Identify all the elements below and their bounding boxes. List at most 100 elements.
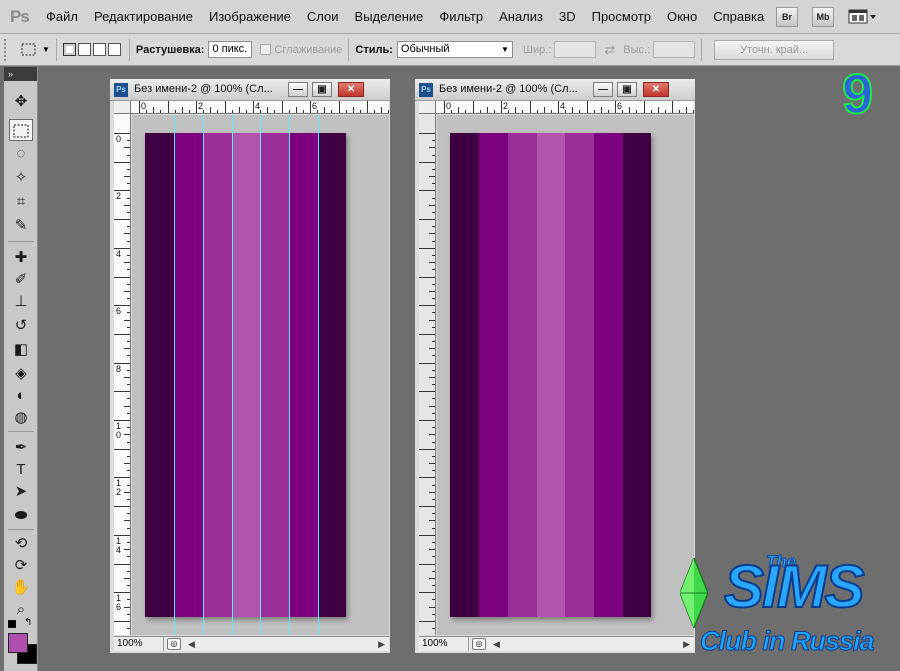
- healing-brush-tool-icon[interactable]: ✚: [9, 247, 33, 269]
- ruler-tick: [114, 333, 130, 335]
- swap-colors-icon[interactable]: ↰: [24, 617, 32, 628]
- ruler-tick: [493, 110, 495, 113]
- ruler-origin[interactable]: [114, 101, 131, 114]
- maximize-button[interactable]: ▣: [312, 82, 332, 97]
- path-selection-tool-icon[interactable]: ➤: [9, 481, 33, 503]
- ellipse-tool-icon[interactable]: ⬬: [9, 505, 33, 527]
- document-titlebar[interactable]: Ps Без имени-2 @ 100% (Сл... — ▣ ✕: [110, 79, 390, 101]
- ruler-tick: [432, 197, 435, 199]
- ruler-tick: [419, 420, 435, 421]
- guide-line[interactable]: [318, 115, 319, 635]
- bridge-button[interactable]: Br: [776, 7, 798, 27]
- zoom-field[interactable]: 100%: [114, 637, 164, 651]
- menu-file[interactable]: Файл: [38, 9, 86, 24]
- 3d-rotate-tool-icon[interactable]: ⟲: [9, 533, 33, 555]
- menu-3d[interactable]: 3D: [551, 9, 584, 24]
- ruler-tick: [124, 549, 130, 551]
- menu-bar: Ps Файл Редактирование Изображение Слои …: [0, 0, 900, 34]
- horizontal-scrollbar[interactable]: [199, 639, 374, 649]
- antialias-checkbox[interactable]: [260, 44, 272, 55]
- maximize-button[interactable]: ▣: [617, 82, 637, 97]
- image-stripe: [203, 133, 232, 617]
- toolbox-collapse-icon[interactable]: »: [4, 67, 37, 81]
- ruler-tick: [188, 110, 190, 113]
- ruler-tick: [429, 549, 435, 551]
- guide-line[interactable]: [203, 115, 204, 635]
- guide-line[interactable]: [232, 115, 233, 635]
- minimize-button[interactable]: —: [288, 82, 308, 97]
- sponge-tool-icon[interactable]: ◍: [9, 407, 33, 429]
- arrange-documents-icon[interactable]: [848, 8, 878, 26]
- horizontal-scrollbar[interactable]: [504, 639, 679, 649]
- scroll-right-icon[interactable]: ▶: [374, 639, 389, 650]
- brush-tool-icon[interactable]: ✐: [9, 269, 33, 291]
- feather-input[interactable]: 0 пикс.: [208, 41, 253, 58]
- move-tool-icon[interactable]: ✥: [9, 91, 33, 113]
- menu-layers[interactable]: Слои: [299, 9, 347, 24]
- refine-edge-button[interactable]: Уточн. край...: [714, 39, 835, 60]
- close-button[interactable]: ✕: [643, 82, 669, 97]
- minimize-button[interactable]: —: [593, 82, 613, 97]
- crop-tool-icon[interactable]: ⌗: [9, 191, 33, 213]
- menu-analysis[interactable]: Анализ: [491, 9, 551, 24]
- document-titlebar[interactable]: Ps Без имени-2 @ 100% (Сл... — ▣ ✕: [415, 79, 695, 101]
- add-selection-icon[interactable]: [77, 43, 91, 56]
- subtract-selection-icon[interactable]: [92, 43, 106, 56]
- guide-line[interactable]: [174, 115, 175, 635]
- vertical-ruler[interactable]: 0 2 4 6 8 10 12 14 16: [114, 114, 131, 635]
- ruler-tick: [501, 101, 502, 113]
- type-tool-icon[interactable]: T: [9, 459, 33, 481]
- ruler-tick: [429, 147, 435, 149]
- zoom-field[interactable]: 100%: [419, 637, 469, 651]
- hand-tool-icon[interactable]: ✋: [9, 577, 33, 599]
- style-select[interactable]: Обычный ▼: [396, 41, 513, 58]
- ruler-number: 0: [446, 101, 452, 111]
- horizontal-ruler[interactable]: 0 2 4 6: [436, 101, 694, 114]
- minibridge-button[interactable]: Mb: [812, 7, 834, 27]
- menu-view[interactable]: Просмотр: [584, 9, 659, 24]
- guide-line[interactable]: [289, 115, 290, 635]
- ruler-tick: [451, 110, 453, 113]
- new-selection-icon[interactable]: [62, 43, 76, 56]
- clone-stamp-tool-icon[interactable]: ⊥: [9, 291, 33, 313]
- horizontal-ruler[interactable]: 0 2 4 6: [131, 101, 389, 114]
- ruler-tick: [127, 398, 130, 400]
- default-colors-icon[interactable]: [8, 620, 16, 628]
- intersect-selection-icon[interactable]: [107, 43, 121, 56]
- vertical-ruler[interactable]: [419, 114, 436, 635]
- menu-image[interactable]: Изображение: [201, 9, 299, 24]
- eraser-tool-icon[interactable]: ◧: [9, 339, 33, 361]
- status-info-icon[interactable]: ◎: [472, 638, 486, 650]
- foreground-color-swatch[interactable]: [8, 633, 28, 653]
- scroll-left-icon[interactable]: ◀: [489, 639, 504, 650]
- history-brush-tool-icon[interactable]: ↺: [9, 315, 33, 337]
- ruler-tick: [522, 110, 524, 113]
- ruler-tick: [419, 247, 435, 249]
- marquee-tool-icon[interactable]: [9, 119, 33, 141]
- ruler-tick: [124, 376, 130, 378]
- menu-select[interactable]: Выделение: [347, 9, 432, 24]
- separator: [8, 529, 34, 530]
- eyedropper-tool-icon[interactable]: ✎: [9, 215, 33, 237]
- menu-window[interactable]: Окно: [659, 9, 705, 24]
- close-button[interactable]: ✕: [338, 82, 364, 97]
- canvas-area[interactable]: [437, 115, 694, 635]
- scroll-left-icon[interactable]: ◀: [184, 639, 199, 650]
- status-info-icon[interactable]: ◎: [167, 638, 181, 650]
- ruler-origin[interactable]: [419, 101, 436, 114]
- image-stripe: [594, 133, 623, 617]
- menu-edit[interactable]: Редактирование: [86, 9, 201, 24]
- canvas-area[interactable]: [132, 115, 389, 635]
- ruler-tick: [615, 101, 616, 113]
- guide-line[interactable]: [260, 115, 261, 635]
- menu-help[interactable]: Справка: [705, 9, 772, 24]
- pen-tool-icon[interactable]: ✒: [9, 437, 33, 459]
- tool-preset-picker[interactable]: ▼: [20, 42, 50, 58]
- paint-bucket-tool-icon[interactable]: ◈: [9, 363, 33, 385]
- 3d-orbit-tool-icon[interactable]: ⟳: [9, 555, 33, 577]
- lasso-tool-icon[interactable]: ◌: [9, 143, 33, 165]
- dodge-tool-icon[interactable]: ◐: [9, 385, 33, 407]
- menu-filter[interactable]: Фильтр: [431, 9, 491, 24]
- ruler-tick: [217, 110, 219, 113]
- quick-selection-tool-icon[interactable]: ✧: [9, 167, 33, 189]
